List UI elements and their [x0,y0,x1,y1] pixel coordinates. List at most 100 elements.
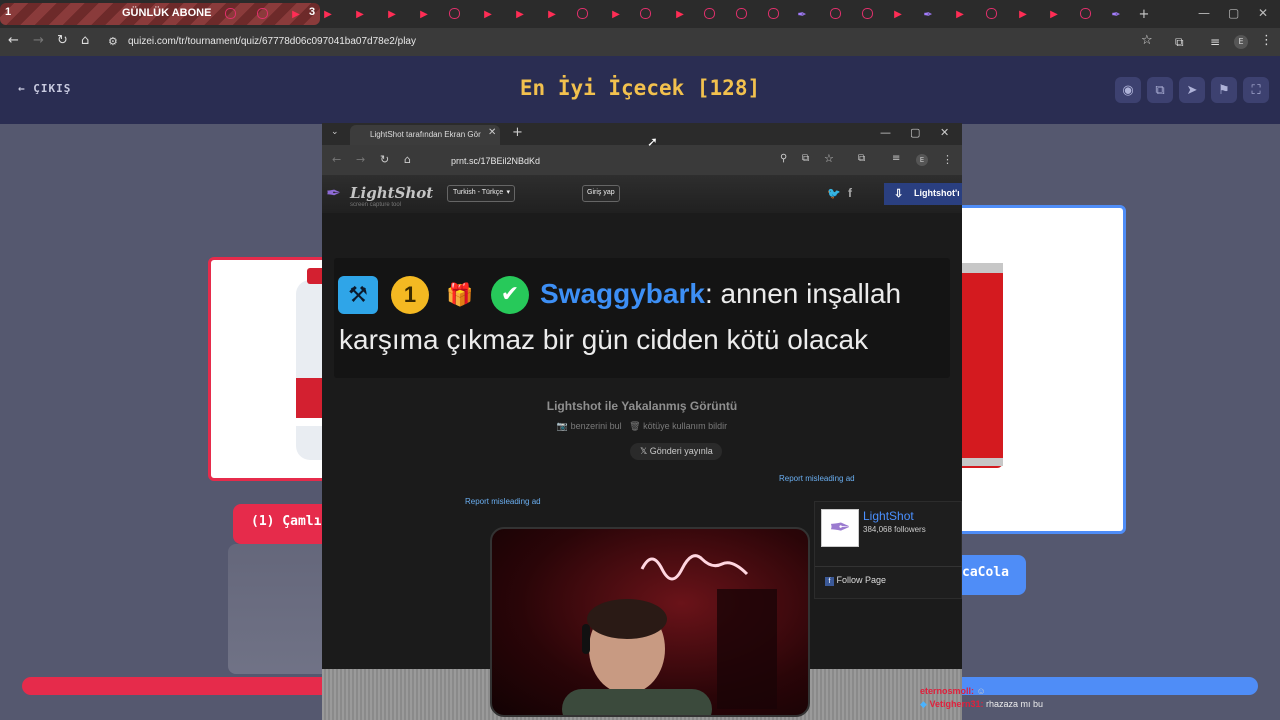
youtube-icon[interactable]: ▶ [1015,6,1031,22]
instagram-icon[interactable] [577,8,588,19]
bookmark-star-icon[interactable]: ☆ [824,152,834,165]
reload-icon[interactable]: ↻ [57,33,68,48]
find-similar-link[interactable]: benzerini bul [571,421,622,431]
youtube-icon[interactable]: ▶ [608,6,624,22]
instagram-icon[interactable] [986,8,997,19]
instagram-icon[interactable] [830,8,841,19]
instagram-icon[interactable] [257,8,268,19]
send-button[interactable]: ➤ [1179,77,1205,103]
maximize-icon[interactable]: ▢ [910,126,920,139]
water-bottle-image [296,268,335,460]
forward-icon[interactable]: → [33,33,44,48]
close-icon[interactable]: ✕ [940,126,949,139]
youtube-icon[interactable]: ▶ [544,6,560,22]
youtube-icon[interactable]: ▶ [384,6,400,22]
instagram-icon[interactable] [225,8,236,19]
share-button[interactable]: ⧉ [1147,77,1173,103]
close-icon[interactable]: ✕ [1258,6,1268,20]
instagram-icon[interactable] [862,8,873,19]
zoom-icon[interactable]: ⚲ [780,153,787,164]
youtube-icon[interactable]: ▶ [416,6,432,22]
youtube-icon[interactable]: ▶ [512,6,528,22]
youtube-icon[interactable]: ▶ [890,6,906,22]
chat-username: eternosmoll: [920,686,975,696]
install-icon[interactable]: ⧉ [802,153,809,164]
tab-search-icon[interactable]: ⌄ [331,127,339,137]
instagram-icon[interactable] [768,8,779,19]
lightshot-site-header: ✒ LightShot screen capture tool Turkish … [322,175,962,213]
report-abuse-link[interactable]: kötüye kullanım bildir [643,421,727,431]
minimize-icon[interactable]: — [1198,6,1210,20]
mod-hammer-icon: ⚒ [338,276,378,314]
menu-icon[interactable]: ⋮ [942,153,953,166]
back-icon[interactable]: ← [8,33,19,48]
instagram-icon[interactable] [704,8,715,19]
lightshot-icon[interactable]: ✒ [794,6,810,22]
new-tab-icon[interactable]: + [1136,6,1152,22]
reading-list-icon[interactable]: ≡ [1210,35,1220,49]
facebook-page-widget: ✒ LightShot 384,068 followers f Follow P… [814,501,962,599]
site-info-icon[interactable]: ⚙ [108,35,118,48]
facebook-icon[interactable]: f [848,186,852,200]
lightshot-page-avatar[interactable]: ✒ [821,509,859,547]
login-button[interactable]: Giriş yap [582,185,620,202]
tweet-button[interactable]: 𝕏 Gönderi yayınla [630,443,722,460]
report-ad-link[interactable]: Report misleading ad [465,497,541,506]
twitter-icon[interactable]: 🐦 [827,187,841,200]
download-app-button[interactable]: ⇩ Lightshot'ı [884,183,962,205]
choice-card-right[interactable] [940,205,1126,534]
reading-list-icon[interactable]: ≡ [892,153,900,164]
mouse-cursor-icon: ➚ [647,135,658,150]
choice-card-left[interactable] [208,257,338,481]
popup-address-bar[interactable]: prnt.sc/17BEil2NBdKd [451,156,540,166]
link-icon: ⧉ [1155,82,1165,98]
streamer-webcam-overlay [490,527,810,717]
captured-text-rest: : annen inşallah [704,278,902,309]
new-tab-icon[interactable]: + [512,125,523,140]
profile-avatar[interactable]: E [1234,35,1248,49]
browser-nav-bar: ← → ↻ ⌂ ⚙ quizei.com/tr/tournament/quiz/… [0,28,1280,56]
menu-icon[interactable]: ⋮ [1260,33,1273,48]
lightshot-icon[interactable]: ✒ [1108,6,1124,22]
chat-message: ◆ Vetighern31: rhazaza mı bu [920,699,1120,710]
fullscreen-button[interactable]: ⛶ [1243,77,1269,103]
youtube-icon[interactable]: ▶ [288,6,304,22]
lightshot-icon[interactable]: ✒ [920,6,936,22]
address-bar[interactable]: quizei.com/tr/tournament/quiz/67778d06c0… [128,36,416,47]
profile-avatar[interactable]: E [916,154,928,166]
youtube-icon[interactable]: ▶ [672,6,688,22]
forward-icon[interactable]: → [356,153,365,166]
bookmark-star-icon[interactable]: ☆ [1141,33,1153,48]
instagram-icon[interactable] [640,8,651,19]
maximize-icon[interactable]: ▢ [1228,6,1239,20]
home-icon[interactable]: ⌂ [404,153,411,166]
home-icon[interactable]: ⌂ [81,33,89,48]
report-button[interactable]: ⚑ [1211,77,1237,103]
chevron-down-icon: ▾ [506,189,510,196]
minimize-icon[interactable]: — [880,126,891,139]
fb-page-name[interactable]: LightShot [863,509,914,523]
cola-can-image [943,263,1003,468]
reload-icon[interactable]: ↻ [380,153,389,166]
instagram-icon[interactable] [736,8,747,19]
lightshot-logo[interactable]: LightShot [350,184,433,202]
send-icon: ➤ [1186,82,1198,98]
browser-tab-active[interactable]: 1 GÜNLÜK ABONE 3 [0,3,320,25]
follow-page-button[interactable]: f Follow Page [825,575,886,586]
youtube-icon[interactable]: ▶ [480,6,496,22]
instagram-icon[interactable] [449,8,460,19]
back-icon[interactable]: ← [332,153,341,166]
extensions-icon[interactable]: ⧉ [858,153,865,164]
instagram-icon[interactable] [1080,8,1091,19]
youtube-icon[interactable]: ▶ [320,6,336,22]
eye-button[interactable]: ◉ [1115,77,1141,103]
extensions-icon[interactable]: ⧉ [1175,35,1184,50]
youtube-icon[interactable]: ▶ [1046,6,1062,22]
report-ad-link[interactable]: Report misleading ad [779,474,855,483]
youtube-icon[interactable]: ▶ [352,6,368,22]
close-tab-icon[interactable]: ✕ [488,127,496,138]
x-logo-icon: 𝕏 [640,446,650,456]
youtube-icon[interactable]: ▶ [952,6,968,22]
popup-tab[interactable]: LightShot tarafından Ekran Gör [350,125,500,145]
language-select[interactable]: Turkish - Türkçe ▾ [447,185,515,202]
